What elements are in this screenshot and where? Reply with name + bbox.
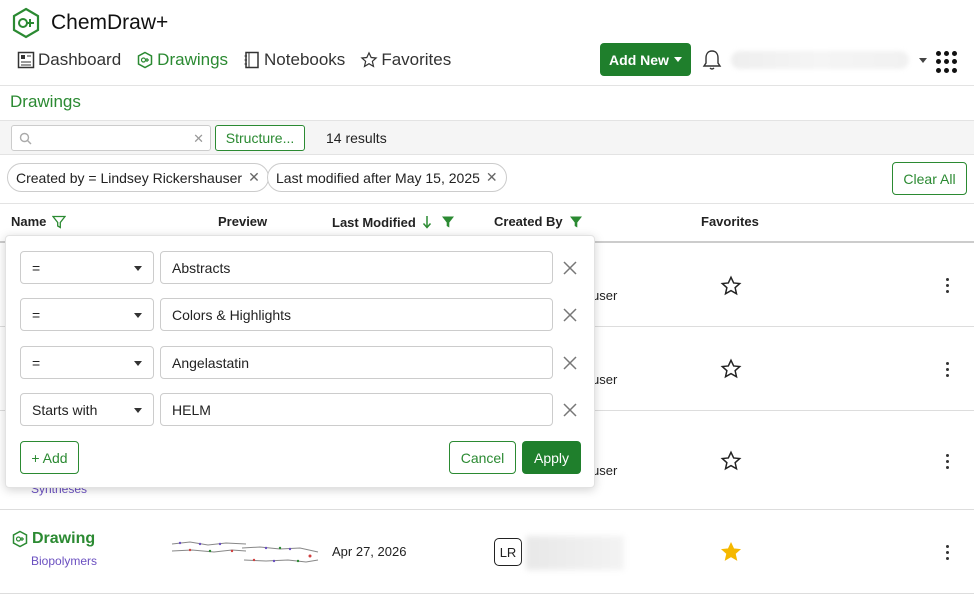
notebook-icon [244,51,259,69]
column-created-by-label: Created By [494,214,563,229]
row-menu-kebab-icon[interactable] [946,362,950,380]
nav-drawings[interactable]: Drawings [136,50,228,70]
column-header-name[interactable]: Name [11,214,67,229]
nav-favorites[interactable]: Favorites [360,50,451,70]
operator-value: = [32,354,41,371]
operator-select[interactable]: = [20,298,154,331]
search-input[interactable] [36,129,186,147]
column-favorites-label: Favorites [701,214,759,229]
remove-condition-icon[interactable] [562,402,578,418]
chevron-down-icon [134,408,142,413]
filter-chip-last-modified: Last modified after May 15, 2025 ✕ [267,163,507,192]
drawing-name-link[interactable]: Drawing [11,530,95,548]
structure-preview-thumbnail[interactable] [170,536,320,566]
nav-dashboard-label: Dashboard [38,50,122,69]
filter-filled-icon[interactable] [569,215,583,229]
operator-select[interactable]: Starts with [20,393,154,426]
search-icon [19,132,32,145]
chevron-down-icon [673,57,682,62]
nav-notebooks[interactable]: Notebooks [243,50,345,70]
sort-down-icon[interactable] [422,214,432,230]
column-name-label: Name [11,214,47,229]
chevron-down-icon [134,313,142,318]
filter-chip-label: Last modified after May 15, 2025 [276,169,480,186]
chevron-down-icon [134,266,142,271]
condition-value-input[interactable] [160,393,553,426]
filter-chip-label: Created by = Lindsey Rickershauser [16,169,243,186]
cancel-button[interactable]: Cancel [449,441,516,474]
nav-drawings-label: Drawings [157,50,229,69]
row-menu-kebab-icon[interactable] [946,278,950,296]
created-by-partial: user [592,463,618,478]
creator-name-redacted [526,536,624,570]
column-header-created-by[interactable]: Created By [494,214,583,229]
column-header-preview: Preview [218,214,267,229]
clear-all-button[interactable]: Clear All [892,162,967,195]
row-menu-kebab-icon[interactable] [946,454,950,472]
condition-value-input[interactable] [160,251,553,284]
operator-value: = [32,306,41,323]
structure-search-button[interactable]: Structure... [215,125,305,151]
column-preview-label: Preview [218,214,268,229]
condition-value-input[interactable] [160,298,553,331]
row-menu-kebab-icon[interactable] [946,545,950,563]
created-by-partial: user [592,372,618,387]
favorite-star-icon[interactable] [720,358,742,380]
remove-filter-icon[interactable]: ✕ [248,169,260,186]
column-last-modified-label: Last Modified [332,214,416,230]
drawing-icon [12,530,28,548]
filter-outline-icon[interactable] [52,215,67,229]
search-box[interactable]: ✕ [11,125,211,151]
header-divider [0,85,974,86]
dashboard-icon [17,51,35,69]
brand[interactable]: ChemDraw+ [10,6,168,40]
add-new-button[interactable]: Add New [600,43,691,76]
user-menu-chevron-icon[interactable] [919,58,927,63]
created-by-partial: user [592,288,618,303]
column-header-favorites: Favorites [701,214,759,229]
user-menu[interactable] [731,51,909,69]
main-nav: Dashboard Drawings Notebooks Favorites [17,48,466,72]
favorite-star-icon[interactable] [720,275,742,297]
avatar: LR [494,538,522,566]
remove-condition-icon[interactable] [562,307,578,323]
table-row-divider [0,509,974,510]
name-filter-popover: = = = Starts with + Add Cancel Apply [5,235,595,488]
operator-select[interactable]: = [20,251,154,284]
apps-grid-icon[interactable] [936,51,958,73]
favorite-star-icon[interactable] [720,450,742,472]
operator-select[interactable]: = [20,346,154,379]
results-count: 14 results [326,130,387,146]
column-header-last-modified[interactable]: Last Modified [332,214,455,230]
filter-chip-created-by: Created by = Lindsey Rickershauser ✕ [7,163,269,192]
drawing-icon [137,51,153,69]
remove-condition-icon[interactable] [562,260,578,276]
bell-icon[interactable] [702,49,722,71]
nav-favorites-label: Favorites [381,50,452,69]
app-name: ChemDraw+ [51,11,169,34]
favorite-star-filled-icon[interactable] [720,541,742,563]
apply-button[interactable]: Apply [522,441,581,474]
operator-value: = [32,259,41,276]
row-category: Biopolymers [31,554,98,568]
last-modified-value: Apr 27, 2026 [332,544,407,559]
table-row-divider [0,593,974,594]
star-icon [360,51,378,68]
page-title: Drawings [10,92,81,111]
clear-search-icon[interactable]: ✕ [193,131,204,147]
nav-notebooks-label: Notebooks [264,50,346,69]
remove-condition-icon[interactable] [562,355,578,371]
chips-divider [0,203,974,204]
search-toolbar: ✕ Structure... 14 results [0,120,974,155]
nav-dashboard[interactable]: Dashboard [17,50,121,70]
drawing-name-label: Drawing [32,530,96,547]
remove-filter-icon[interactable]: ✕ [486,169,498,186]
add-new-label: Add New [609,51,669,68]
chevron-down-icon [134,361,142,366]
add-condition-button[interactable]: + Add [20,441,79,474]
condition-value-input[interactable] [160,346,553,379]
chemdraw-logo-icon [12,7,40,39]
operator-value: Starts with [32,401,98,418]
filter-filled-icon[interactable] [441,215,455,229]
